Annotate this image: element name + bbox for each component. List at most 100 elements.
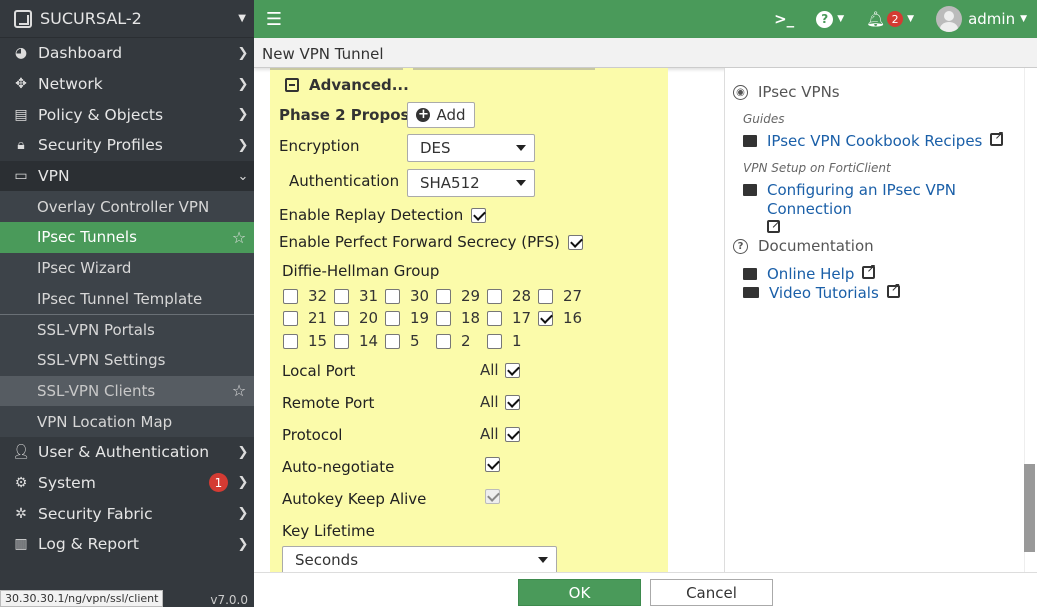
dh-checkbox[interactable] [487, 310, 502, 326]
phase2-advanced-panel: Advanced... Phase 2 Proposal + Add Encry… [270, 68, 668, 572]
plus-icon: + [416, 107, 431, 122]
user-menu-button[interactable]: admin ▼ [936, 6, 1027, 32]
dh-checkbox[interactable] [385, 288, 400, 304]
external-link-icon [990, 128, 1004, 146]
ok-button[interactable]: OK [518, 579, 641, 606]
auto-negotiate-checkbox[interactable] [485, 457, 500, 472]
hamburger-menu-icon[interactable]: ☰ [254, 9, 294, 30]
dh-checkbox[interactable] [385, 310, 400, 326]
autokey-keepalive-label: Autokey Keep Alive [282, 490, 427, 508]
pfs-checkbox[interactable] [567, 234, 583, 250]
book-icon [743, 184, 757, 196]
dh-group-option[interactable]: 27 [538, 287, 582, 305]
dh-group-option[interactable]: 30 [385, 287, 429, 305]
protocol-all-checkbox[interactable] [504, 426, 520, 442]
dh-group-option[interactable]: 17 [487, 309, 531, 327]
link-cookbook-recipes[interactable]: IPsec VPN Cookbook Recipes [743, 128, 1004, 150]
sidebar-subitem-ssl-vpn-portals[interactable]: SSL-VPN Portals [0, 314, 254, 345]
chevron-right-icon: ❯ [237, 45, 249, 61]
notifications-button[interactable]: 🔔︎ 2 ▼ [866, 10, 914, 28]
dh-checkbox[interactable] [334, 310, 349, 326]
authentication-select[interactable]: SHA512 [407, 169, 535, 197]
dh-group-option[interactable]: 14 [334, 332, 378, 350]
sidebar-item-log-report[interactable]: ▥ Log & Report ❯ [0, 529, 254, 560]
dh-group-option[interactable]: 16 [538, 309, 582, 327]
dh-checkbox[interactable] [487, 288, 502, 304]
dh-checkbox[interactable] [538, 288, 553, 304]
policy-icon: ▤ [14, 106, 28, 123]
sidebar-subitem-ipsec-wizard[interactable]: IPsec Wizard [0, 252, 254, 284]
sidebar-item-network[interactable]: ✥ Network ❯ [0, 69, 254, 100]
dh-group-option[interactable]: 2 [436, 332, 471, 350]
sidebar-subitem-ipsec-tunnel-template[interactable]: IPsec Tunnel Template [0, 283, 254, 315]
sidebar-subitem-ssl-vpn-clients[interactable]: SSL-VPN Clients ☆ [0, 375, 254, 407]
sidebar-subitem-vpn-location-map[interactable]: VPN Location Map [0, 406, 254, 437]
dh-group-option[interactable]: 15 [283, 332, 327, 350]
device-selector[interactable]: SUCURSAL-2 ▼ [0, 0, 254, 38]
dh-checkbox[interactable] [436, 310, 451, 326]
dh-checkbox[interactable] [436, 288, 451, 304]
sidebar-subitem-ssl-vpn-settings[interactable]: SSL-VPN Settings [0, 344, 254, 376]
sidebar-item-dashboard[interactable]: ◕ Dashboard ❯ [0, 38, 254, 69]
link-configuring-ipsec[interactable]: Configuring an IPsec VPN Connection [743, 181, 1023, 238]
dh-group-option[interactable]: 1 [487, 332, 522, 350]
link-video-tutorials[interactable]: Video Tutorials [743, 280, 901, 302]
dh-checkbox[interactable] [436, 333, 451, 349]
link-online-help[interactable]: Online Help [743, 261, 876, 283]
top-bar: ☰ >_ ? ▼ 🔔︎ 2 ▼ admin ▼ [254, 0, 1037, 38]
dh-checkbox[interactable] [283, 310, 298, 326]
caret-down-icon: ▼ [1020, 14, 1027, 24]
vpn-info-icon: ◉ [733, 84, 748, 100]
dh-checkbox[interactable] [283, 288, 298, 304]
sidebar-item-vpn[interactable]: ▭ VPN ⌄ [0, 160, 254, 192]
notification-count-badge: 2 [887, 11, 904, 27]
external-link-icon [767, 215, 781, 234]
dh-group-option[interactable]: 28 [487, 287, 531, 305]
dh-group-label: Diffie-Hellman Group [282, 262, 440, 280]
add-proposal-button[interactable]: + Add [407, 102, 475, 128]
sidebar-item-system[interactable]: ⚙ System 1 ❯ [0, 468, 254, 499]
dh-checkbox[interactable] [283, 333, 298, 349]
favorite-star-icon[interactable]: ☆ [224, 381, 254, 400]
remote-port-all-checkbox[interactable] [504, 394, 520, 410]
dh-group-option[interactable]: 31 [334, 287, 378, 305]
help-menu-button[interactable]: ? ▼ [816, 10, 844, 28]
sidebar-item-policy-objects[interactable]: ▤ Policy & Objects ❯ [0, 99, 254, 130]
dh-group-option[interactable]: 19 [385, 309, 429, 327]
help-pane: ◉ IPsec VPNs Guides IPsec VPN Cookbook R… [724, 68, 1024, 572]
authentication-label: Authentication [289, 172, 400, 190]
scrollbar-thumb[interactable] [1024, 464, 1035, 552]
dh-group-option[interactable]: 29 [436, 287, 480, 305]
cancel-button[interactable]: Cancel [650, 579, 773, 606]
sidebar-subitem-overlay-controller-vpn[interactable]: Overlay Controller VPN [0, 191, 254, 223]
dh-group-option[interactable]: 18 [436, 309, 480, 327]
dh-checkbox[interactable] [334, 288, 349, 304]
encryption-select[interactable]: DES [407, 134, 535, 162]
fabric-icon: ✲ [15, 505, 27, 522]
chevron-right-icon: ❯ [237, 506, 249, 522]
favorite-star-icon[interactable]: ☆ [224, 228, 254, 247]
dh-group-option[interactable]: 21 [283, 309, 327, 327]
dh-group-option[interactable]: 32 [283, 287, 327, 305]
dh-checkbox[interactable] [487, 333, 502, 349]
sidebar-item-user-authentication[interactable]: 👤︎ User & Authentication ❯ [0, 437, 254, 468]
dh-checkbox[interactable] [385, 333, 400, 349]
status-url: 30.30.30.1/ng/vpn/ssl/client [0, 590, 164, 607]
autokey-keepalive-checkbox[interactable] [485, 489, 500, 504]
dh-checkbox[interactable] [334, 333, 349, 349]
sidebar-subitem-ipsec-tunnels[interactable]: IPsec Tunnels ☆ [0, 222, 254, 253]
dropdown-arrow-icon [516, 180, 526, 186]
cli-console-button[interactable]: >_ [774, 10, 794, 28]
chart-icon: ▥ [14, 536, 28, 553]
network-icon: ✥ [15, 76, 27, 93]
remote-port-label: Remote Port [282, 394, 375, 412]
advanced-toggle[interactable]: Advanced... [285, 76, 409, 94]
key-lifetime-select[interactable]: Seconds [282, 546, 557, 572]
dh-group-option[interactable]: 5 [385, 332, 420, 350]
dh-checkbox[interactable] [538, 310, 553, 326]
dh-group-option[interactable]: 20 [334, 309, 378, 327]
local-port-all-checkbox[interactable] [504, 362, 520, 378]
sidebar-item-security-fabric[interactable]: ✲ Security Fabric ❯ [0, 498, 254, 529]
sidebar-item-security-profiles[interactable]: 🔒︎ Security Profiles ❯ [0, 130, 254, 161]
replay-detection-checkbox[interactable] [471, 207, 487, 223]
